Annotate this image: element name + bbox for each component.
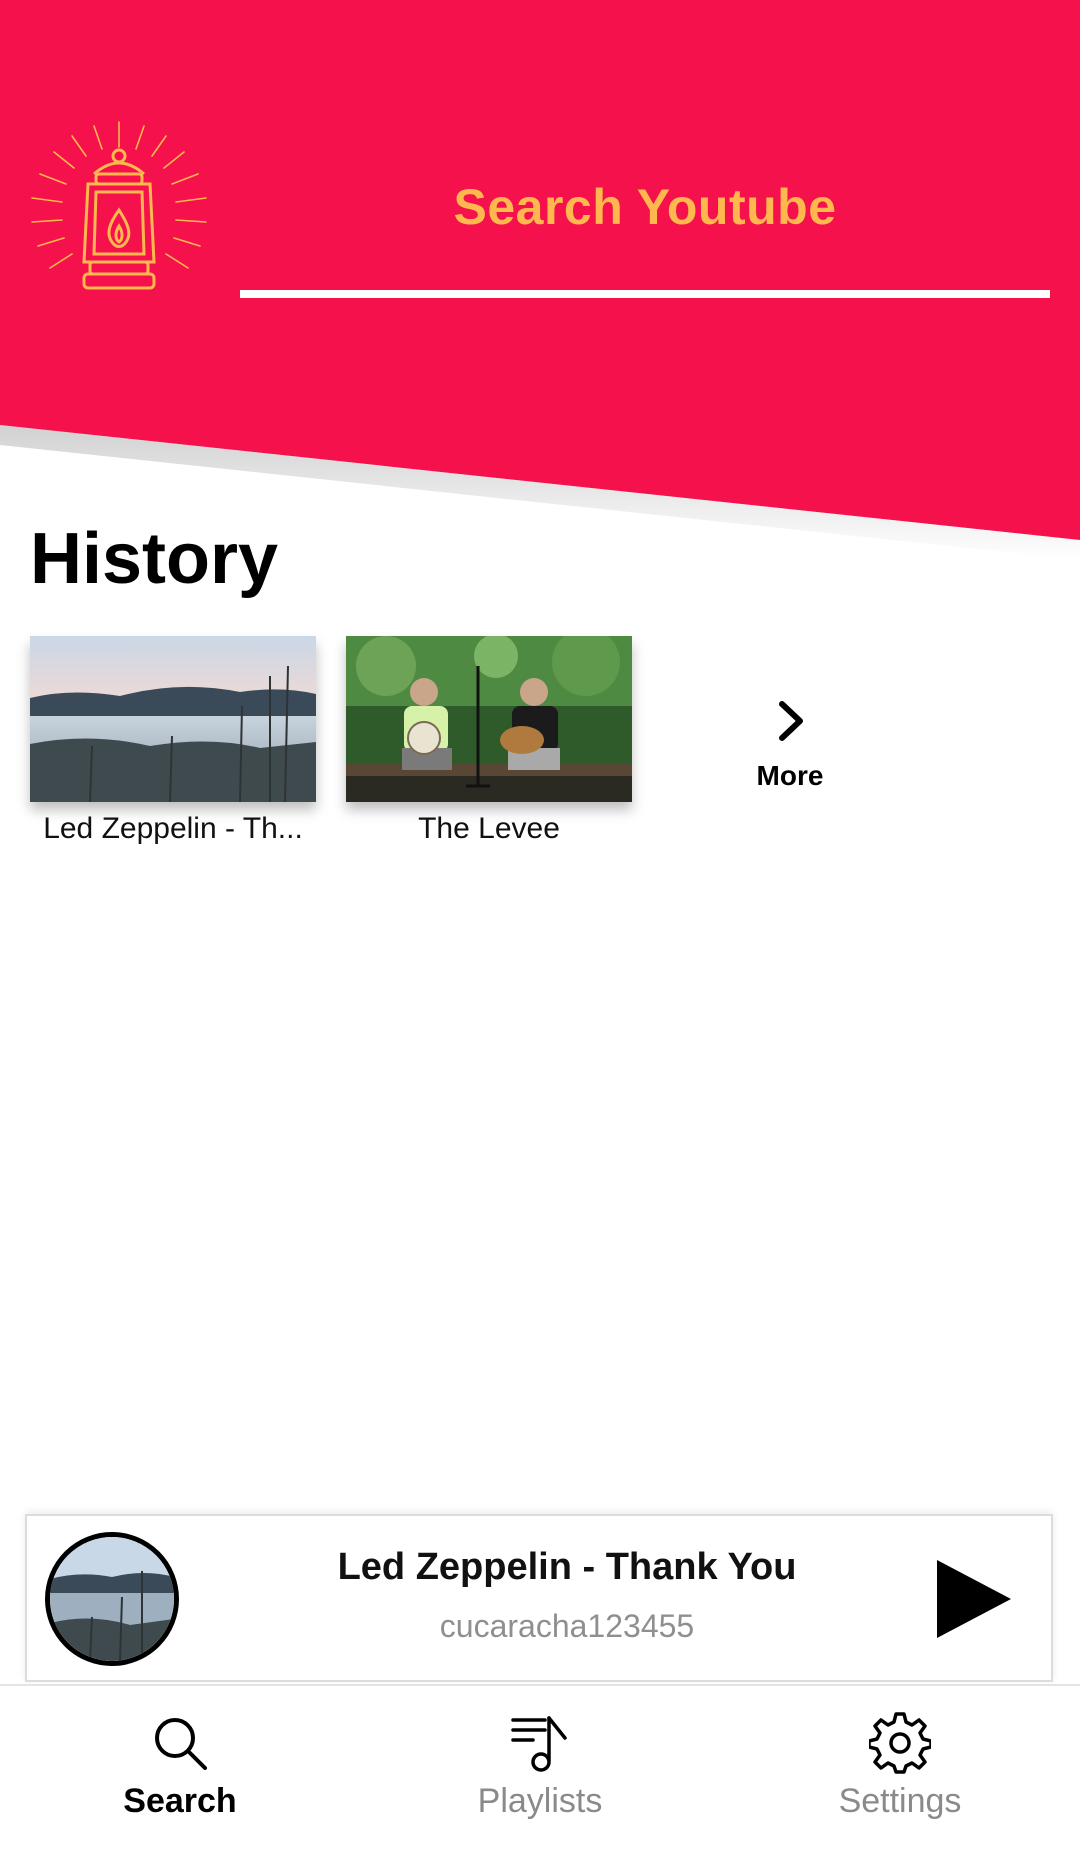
more-label: More xyxy=(756,760,824,791)
play-icon[interactable] xyxy=(927,1554,1017,1644)
nav-playlists[interactable]: Playlists xyxy=(390,1686,690,1849)
now-playing-bar[interactable]: Led Zeppelin - Thank You cucaracha123455 xyxy=(25,1514,1053,1682)
history-list: Led Zeppelin - Th... The Levee More xyxy=(30,636,1050,856)
artwork-thumbnail xyxy=(50,1537,174,1661)
nav-search[interactable]: Search xyxy=(30,1686,330,1849)
now-playing-artwork[interactable] xyxy=(45,1532,179,1666)
bottom-navigation: Search Playlists Settings xyxy=(0,1684,1080,1849)
search-youtube-label[interactable]: Search Youtube xyxy=(240,178,1050,236)
more-button[interactable]: More xyxy=(720,696,860,792)
history-item-title: Led Zeppelin - Th... xyxy=(43,812,303,845)
history-item[interactable]: The Levee xyxy=(346,636,632,846)
chevron-right-icon xyxy=(779,701,803,741)
history-item-title: The Levee xyxy=(418,812,560,845)
search-underline xyxy=(240,290,1050,298)
history-title: History xyxy=(30,519,279,599)
history-item[interactable]: Led Zeppelin - Th... xyxy=(30,636,316,846)
now-playing-artist: cucaracha123455 xyxy=(439,1608,695,1644)
lake-thumbnail xyxy=(30,636,316,802)
lantern-icon xyxy=(31,121,207,290)
history-thumbnail[interactable] xyxy=(30,636,316,802)
playlist-icon xyxy=(511,1716,567,1772)
musicians-thumbnail xyxy=(346,636,632,802)
nav-search-label: Search xyxy=(123,1782,237,1820)
nav-playlists-label: Playlists xyxy=(477,1782,603,1820)
header: Search Youtube xyxy=(0,0,1080,560)
now-playing-title: Led Zeppelin - Thank You xyxy=(337,1546,797,1588)
history-thumbnail[interactable] xyxy=(346,636,632,802)
search-icon xyxy=(155,1718,207,1770)
nav-settings-label: Settings xyxy=(838,1782,962,1820)
gear-icon xyxy=(869,1712,931,1774)
nav-settings[interactable]: Settings xyxy=(750,1686,1050,1849)
